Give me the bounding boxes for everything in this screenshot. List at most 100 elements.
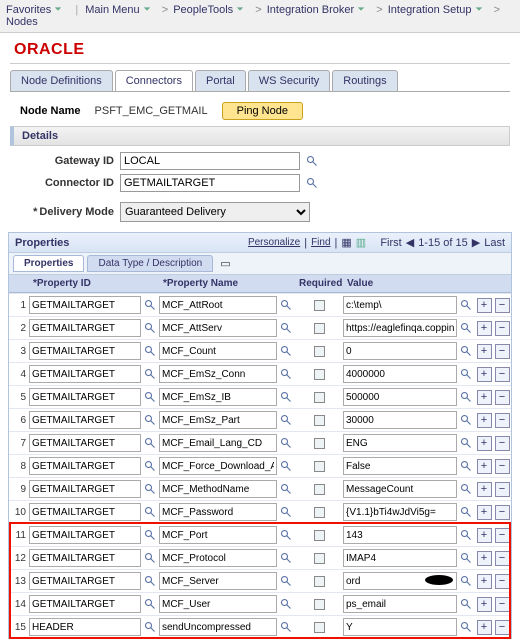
lookup-icon[interactable] [141,483,159,495]
delete-row-button[interactable]: − [495,482,510,497]
property-id-input[interactable] [29,457,141,475]
property-name-input[interactable] [159,526,277,544]
property-name-input[interactable] [159,388,277,406]
lookup-icon[interactable] [277,322,295,334]
lookup-icon[interactable] [141,575,159,587]
add-row-button[interactable]: + [477,482,492,497]
delete-row-button[interactable]: − [495,459,510,474]
lookup-icon[interactable] [277,299,295,311]
property-name-input[interactable] [159,595,277,613]
lookup-icon[interactable] [141,345,159,357]
lookup-icon[interactable] [457,345,475,357]
find-link[interactable]: Find [311,237,330,248]
lookup-icon[interactable] [141,529,159,541]
add-row-button[interactable]: + [477,597,492,612]
lookup-icon[interactable] [457,414,475,426]
lookup-icon[interactable] [141,506,159,518]
lookup-icon[interactable] [277,552,295,564]
tab-connectors[interactable]: Connectors [115,70,193,91]
value-input[interactable] [343,457,457,475]
property-id-input[interactable] [29,503,141,521]
add-row-button[interactable]: + [477,574,492,589]
add-row-button[interactable]: + [477,620,492,635]
delete-row-button[interactable]: − [495,390,510,405]
lookup-icon[interactable] [277,575,295,587]
property-id-input[interactable] [29,526,141,544]
property-name-input[interactable] [159,503,277,521]
subtab-datatype[interactable]: Data Type / Description [87,255,213,272]
lookup-icon[interactable] [141,391,159,403]
lookup-icon[interactable] [457,506,475,518]
lookup-icon[interactable] [277,460,295,472]
property-id-input[interactable] [29,319,141,337]
value-input[interactable] [343,618,457,636]
required-checkbox[interactable] [314,599,325,610]
required-checkbox[interactable] [314,438,325,449]
lookup-icon[interactable] [457,391,475,403]
property-id-input[interactable] [29,480,141,498]
property-name-input[interactable] [159,342,277,360]
property-id-input[interactable] [29,434,141,452]
lookup-icon[interactable] [277,368,295,380]
required-checkbox[interactable] [314,507,325,518]
next-icon[interactable]: ▶ [472,236,480,249]
property-id-input[interactable] [29,595,141,613]
download-icon[interactable]: ▥ [356,236,366,249]
delete-row-button[interactable]: − [495,436,510,451]
delete-row-button[interactable]: − [495,321,510,336]
required-checkbox[interactable] [314,622,325,633]
value-input[interactable] [343,480,457,498]
lookup-icon[interactable] [277,529,295,541]
value-input[interactable] [343,319,457,337]
add-row-button[interactable]: + [477,390,492,405]
property-name-input[interactable] [159,411,277,429]
connector-id-input[interactable] [120,174,300,192]
value-input[interactable] [343,365,457,383]
lookup-icon[interactable] [457,575,475,587]
property-id-input[interactable] [29,342,141,360]
lookup-icon[interactable] [457,299,475,311]
property-id-input[interactable] [29,388,141,406]
delete-row-button[interactable]: − [495,298,510,313]
add-row-button[interactable]: + [477,321,492,336]
required-checkbox[interactable] [314,369,325,380]
lookup-icon[interactable] [141,598,159,610]
property-id-input[interactable] [29,618,141,636]
required-checkbox[interactable] [314,392,325,403]
required-checkbox[interactable] [314,484,325,495]
tab-portal[interactable]: Portal [195,70,246,91]
nav-main-menu[interactable]: Main Menu [85,4,150,16]
value-input[interactable] [343,572,457,590]
add-row-button[interactable]: + [477,367,492,382]
lookup-icon[interactable] [277,483,295,495]
required-checkbox[interactable] [314,415,325,426]
add-row-button[interactable]: + [477,413,492,428]
breadcrumb-item[interactable]: Integration Broker [267,4,365,16]
ping-node-button[interactable]: Ping Node [222,102,303,120]
lookup-icon[interactable] [277,414,295,426]
required-checkbox[interactable] [314,530,325,541]
lookup-icon[interactable] [457,621,475,633]
gateway-id-input[interactable] [120,152,300,170]
delete-row-button[interactable]: − [495,344,510,359]
lookup-icon[interactable] [141,299,159,311]
show-all-columns-icon[interactable]: ▭ [220,257,230,270]
value-input[interactable] [343,342,457,360]
property-name-input[interactable] [159,434,277,452]
add-row-button[interactable]: + [477,436,492,451]
lookup-icon[interactable] [141,552,159,564]
add-row-button[interactable]: + [477,528,492,543]
lookup-icon[interactable] [141,460,159,472]
property-name-input[interactable] [159,549,277,567]
lookup-icon[interactable] [141,322,159,334]
required-checkbox[interactable] [314,346,325,357]
breadcrumb-item[interactable]: Integration Setup [388,4,483,16]
lookup-icon[interactable] [277,598,295,610]
lookup-icon[interactable] [141,414,159,426]
lookup-icon[interactable] [457,437,475,449]
lookup-icon[interactable] [141,437,159,449]
prev-icon[interactable]: ◀ [406,236,414,249]
add-row-button[interactable]: + [477,505,492,520]
delete-row-button[interactable]: − [495,528,510,543]
tab-ws-security[interactable]: WS Security [248,70,331,91]
